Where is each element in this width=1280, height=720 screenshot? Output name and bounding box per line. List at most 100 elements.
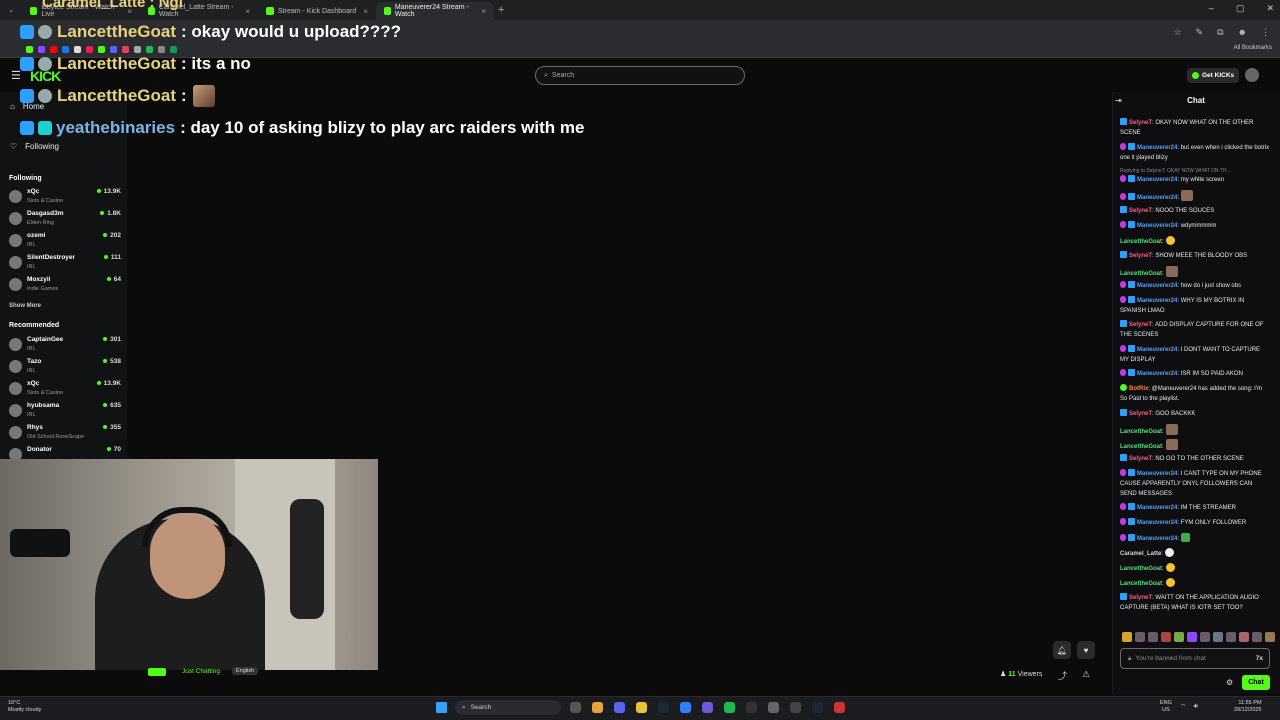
chat-input[interactable]: 🔒︎ You're banned from chat 7x [1120,648,1270,669]
sidebar-item-following[interactable]: ♡ Following [10,142,59,151]
emote-icon[interactable] [1213,632,1223,642]
volume-icon[interactable]: 🔊︎ [1194,703,1198,712]
channel-item[interactable]: CaptainGee IRL 301 [9,336,121,356]
tab-search-icon[interactable]: ⌄ [0,6,22,14]
profile-icon[interactable]: ☻ [1238,27,1247,38]
badge-icon [20,57,34,71]
chat-username[interactable]: LancettheGoat [1120,239,1162,245]
channel-item[interactable]: Dasgasd3m Elden Ring 1.8K [9,210,121,230]
emote-icon[interactable] [1148,632,1158,642]
minimize-icon[interactable]: – [1209,3,1214,14]
notification-bell-button[interactable]: 🔔︎ [1053,641,1071,659]
browser-tab-4[interactable]: Maneuverer24 Stream - Watch × [376,2,494,20]
chat-username[interactable]: SelyneT [1129,120,1152,126]
emote-icon[interactable] [1200,632,1210,642]
follow-button[interactable]: ♥ [1077,641,1095,659]
emote-icon[interactable] [1122,632,1132,642]
channel-item[interactable]: xQc Slots & Casino 13.9K [9,188,121,208]
emote-icon[interactable] [1252,632,1262,642]
chat-username[interactable]: Maneuverer24 [1137,298,1177,304]
chat-username[interactable]: Maneuverer24 [1137,347,1177,353]
menu-dots-icon[interactable]: ⋮ [1261,27,1270,38]
channel-item[interactable]: Rhys Old School RuneScape 355 [9,424,121,444]
chat-username[interactable]: SelyneT [1129,595,1152,601]
chat-username[interactable]: LancettheGoat [1120,566,1162,572]
app-purple-icon[interactable] [702,702,713,713]
task-view-icon[interactable] [570,702,581,713]
steam2-icon[interactable] [812,702,823,713]
app-blue-icon[interactable] [680,702,691,713]
all-bookmarks[interactable]: All Bookmarks [1234,45,1272,51]
close-icon[interactable]: × [245,7,250,16]
maximize-icon[interactable]: ▢ [1236,3,1245,14]
chat-username[interactable]: SelyneT [1129,322,1152,328]
channel-item[interactable]: Moxzyii Indie Games 64 [9,276,121,296]
app-dark-icon[interactable] [790,702,801,713]
discord-icon[interactable] [614,702,625,713]
emote-icon[interactable] [1174,632,1184,642]
new-tab-icon[interactable]: + [498,4,504,16]
app-gray-icon[interactable] [768,702,779,713]
chat-settings-gear-icon[interactable]: ⚙ [1226,678,1233,687]
chat-username[interactable]: Maneuverer24 [1137,520,1177,526]
chat-username[interactable]: LancettheGoat [1120,429,1162,435]
emote-icon[interactable] [1161,632,1171,642]
chat-username[interactable]: SelyneT [1129,411,1152,417]
emote-icon[interactable] [1265,632,1275,642]
star-icon[interactable]: ☆ [1173,27,1181,38]
steam-icon[interactable] [658,702,669,713]
category-link[interactable]: Just Chatting [182,668,220,675]
chat-username[interactable]: LancettheGoat [1120,581,1162,587]
chat-username[interactable]: Maneuverer24 [1137,283,1177,289]
chat-username[interactable]: SelyneT [1129,208,1152,214]
windows-start-icon[interactable] [436,702,447,713]
share-icon[interactable]: ⤴ [1058,669,1067,682]
emote-icon[interactable] [1239,632,1249,642]
obs-icon[interactable] [746,702,757,713]
close-icon[interactable]: × [363,7,368,16]
chat-username[interactable]: LancettheGoat [1120,271,1162,277]
app-red-icon[interactable] [834,702,845,713]
channel-item[interactable]: ozemi IRL 202 [9,232,121,252]
chat-username[interactable]: Maneuverer24 [1137,505,1177,511]
language-indicator[interactable]: ENG US [1160,700,1172,714]
puzzle-icon[interactable]: ⧉ [1217,27,1223,38]
chat-username[interactable]: Maneuverer24 [1137,471,1177,477]
chat-username[interactable]: Caramel_Latte [1120,551,1161,557]
chat-username[interactable]: Maneuverer24 [1137,536,1177,542]
show-more-link[interactable]: Show More [9,303,41,309]
chat-username[interactable]: Maneuverer24 [1137,223,1177,229]
chat-send-button[interactable]: Chat [1242,675,1270,690]
spotify-icon[interactable] [724,702,735,713]
chat-username[interactable]: LancettheGoat [1120,444,1162,450]
taskbar-search[interactable]: ⌕ Search [455,700,561,715]
language-tag[interactable]: English [232,667,259,675]
get-kicks-button[interactable]: Get KICKs [1187,68,1240,83]
chat-username[interactable]: Maneuverer24 [1137,145,1177,151]
wifi-icon[interactable]: ⌔ [1180,703,1187,712]
emote-icon[interactable] [1135,632,1145,642]
chat-username[interactable]: Maneuverer24 [1137,371,1177,377]
report-icon[interactable]: ⚠ [1082,669,1090,680]
close-window-icon[interactable]: ✕ [1266,3,1274,14]
chat-username[interactable]: BotRix [1129,386,1148,392]
channel-item[interactable]: Tazo IRL 538 [9,358,121,378]
channel-item[interactable]: SilentDestroyer IRL 111 [9,254,121,274]
emote-icon[interactable] [1187,632,1197,642]
taskbar-clock[interactable]: 11:55 PM 29/12/2025 [1234,700,1262,714]
recommended-heading: Recommended [9,322,60,329]
close-icon[interactable]: × [481,7,486,16]
emote-icon[interactable] [1226,632,1236,642]
weather-widget[interactable]: 16°C Mostly cloudy [8,700,41,714]
channel-item[interactable]: xQc Slots & Casino 13.9K [9,380,121,400]
chat-username[interactable]: Maneuverer24 [1137,177,1177,183]
extension-icon[interactable]: ✎ [1196,27,1204,38]
chat-username[interactable]: Maneuverer24 [1137,195,1177,201]
browser-tab-3[interactable]: Stream - Kick Dashboard × [258,2,376,20]
channel-item[interactable]: hyubsama IRL 635 [9,402,121,422]
file-explorer-icon[interactable] [636,702,647,713]
chat-username[interactable]: SelyneT [1129,456,1152,462]
user-avatar[interactable] [1245,68,1259,82]
chat-username[interactable]: SelyneT [1129,253,1152,259]
chrome-icon[interactable] [592,702,603,713]
